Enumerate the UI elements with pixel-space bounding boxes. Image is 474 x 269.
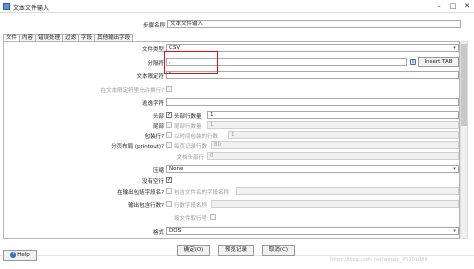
- rows-per-page-label: 每页记录行数: [174, 144, 208, 150]
- close-icon[interactable]: ✕: [460, 0, 474, 13]
- include-filename-checkbox[interactable]: [166, 188, 172, 194]
- footer-rows-input[interactable]: 1: [207, 121, 459, 129]
- escape-input[interactable]: [166, 98, 459, 106]
- rownum-by-file-label: 按文件取行号: [173, 216, 207, 222]
- wrapped-times-label: 以时间包装的行数: [174, 134, 219, 140]
- paging-label: 分页布局 (printout)?: [111, 144, 164, 150]
- step-name-label: 步骤名称: [142, 23, 165, 29]
- footer-rows-label: 尾部行数量: [174, 124, 202, 130]
- doc-header-rows-label: 文档头部行: [176, 155, 204, 161]
- chevron-down-icon: ▾: [453, 228, 456, 234]
- footer-label: 尾部: [152, 124, 164, 130]
- cancel-button[interactable]: 取消(C): [262, 245, 295, 256]
- compression-value: None: [169, 166, 184, 172]
- wrapped-checkbox[interactable]: [166, 132, 172, 138]
- watermark: https://blog.csdn.net/weixin_45101088: [330, 257, 428, 263]
- title-bar: [0, 0, 474, 13]
- chevron-down-icon: ▾: [453, 166, 456, 172]
- include-rownum-label: 输出包含行数?: [128, 203, 164, 209]
- file-type-label: 文件类型: [141, 47, 164, 53]
- filename-field-label: 包含文件名的字段名称: [174, 190, 230, 196]
- step-name-input[interactable]: 文本文件输入: [167, 20, 461, 28]
- enclosure-label: 文本限定符: [136, 74, 164, 80]
- window-title: 文本文件输入: [13, 5, 50, 12]
- maximize-icon[interactable]: □: [446, 0, 460, 13]
- preview-button[interactable]: 预览记录: [218, 245, 254, 256]
- rownum-by-file-checkbox[interactable]: [210, 214, 216, 220]
- rownum-field-input[interactable]: [211, 200, 459, 208]
- scrollbar-thumb[interactable]: [461, 44, 467, 126]
- include-rownum-checkbox[interactable]: [166, 201, 172, 207]
- insert-tab-button[interactable]: Insert TAB: [418, 57, 459, 67]
- chevron-down-icon: ▾: [453, 45, 456, 51]
- header-rows-input[interactable]: 1: [207, 111, 459, 119]
- rows-per-page-input[interactable]: 80: [211, 141, 459, 149]
- doc-header-rows-input[interactable]: 0: [207, 152, 459, 160]
- header-rows-label: 头部行数量: [174, 114, 202, 120]
- include-filename-label: 在输出包括字段名?: [117, 190, 164, 196]
- ok-button[interactable]: 确定(O): [177, 245, 210, 256]
- help-button[interactable]: ? Help: [3, 250, 37, 261]
- wrapped-times-input[interactable]: 1: [228, 131, 459, 139]
- app-icon: [3, 3, 10, 10]
- enclosure-breaks-label: 在文本限定符里允许换行?: [100, 88, 164, 94]
- variable-icon: $: [410, 59, 416, 65]
- help-icon: ?: [10, 251, 17, 258]
- window-controls: – □ ✕: [432, 0, 474, 13]
- format-select[interactable]: DOS ▾: [166, 227, 459, 235]
- header-checkbox[interactable]: ✓: [166, 112, 172, 118]
- escape-label: 逃逸字符: [141, 101, 164, 107]
- format-label: 格式: [152, 230, 164, 236]
- help-label: Help: [17, 252, 30, 258]
- compression-select[interactable]: None ▾: [166, 165, 459, 173]
- highlight-box: [164, 51, 218, 74]
- filename-field-input[interactable]: [236, 187, 459, 195]
- header-label: 头部: [152, 114, 164, 120]
- wrapped-label: 包装行?: [144, 134, 164, 140]
- paging-checkbox[interactable]: [166, 142, 172, 148]
- rownum-field-label: 行数字段名称: [174, 203, 208, 209]
- separator-label: 分隔符: [147, 61, 164, 67]
- no-empty-rows-label: 没有空行: [141, 179, 164, 185]
- format-value: DOS: [169, 228, 182, 234]
- no-empty-rows-checkbox[interactable]: ✓: [166, 177, 172, 183]
- compression-label: 压缩: [152, 168, 164, 174]
- minimize-icon[interactable]: –: [432, 0, 446, 13]
- footer-checkbox[interactable]: [166, 122, 172, 128]
- enclosure-breaks-checkbox[interactable]: [166, 86, 172, 92]
